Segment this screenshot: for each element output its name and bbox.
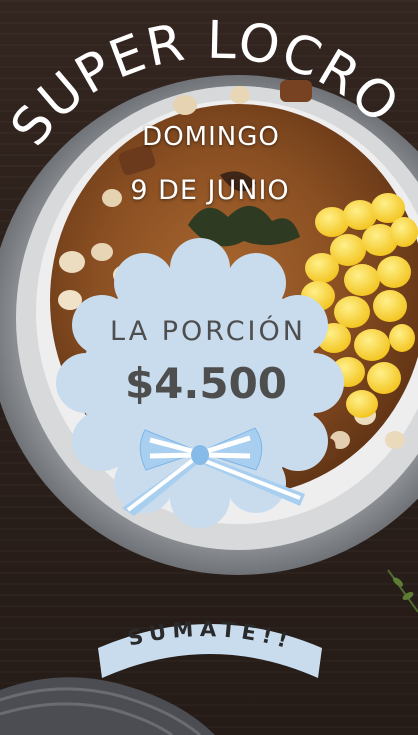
herb-sprig-icon	[387, 569, 418, 613]
price-value: $4.500	[125, 359, 287, 408]
flyer: SUPER LOCRO LA PORCIÓN $4.500 SUMATE!! D…	[0, 0, 418, 735]
event-day: DOMINGO	[142, 122, 280, 152]
event-date: 9 DE JUNIO	[130, 175, 290, 206]
kitchen-cloth	[0, 677, 215, 735]
cta-banner: SUMATE!!	[98, 617, 322, 678]
price-label: LA PORCIÓN	[110, 315, 306, 347]
flyer-illustration: SUPER LOCRO LA PORCIÓN $4.500 SUMATE!!	[0, 11, 418, 735]
